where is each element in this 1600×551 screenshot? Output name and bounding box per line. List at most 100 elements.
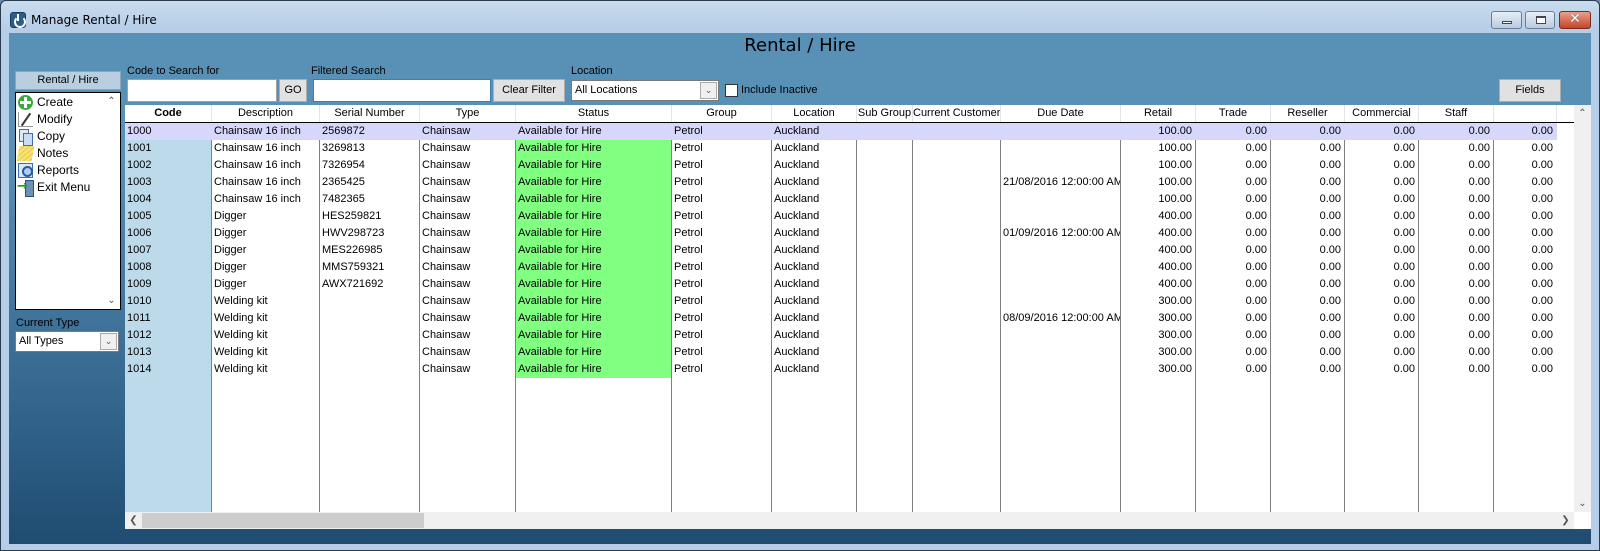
table-row[interactable]: 1011 Welding kit Chainsaw Available for Hir… [125,310,1557,327]
column-header-serial-number[interactable]: Serial Number [320,105,420,122]
maximize-button[interactable] [1525,11,1555,29]
table-row[interactable]: 1007 Digger MES226985 Chainsaw Available for… [125,242,1557,259]
sidebar-item-notes[interactable]: Notes [16,145,103,162]
cell-status: Available for Hire [516,327,671,344]
cell-due-date: 21/08/2016 12:00:00 AM [1003,176,1120,188]
chevron-right-icon[interactable]: ❯ [1557,512,1574,529]
column-header-extra[interactable] [1494,105,1557,122]
cell-staff: 0.00 [1468,227,1490,239]
table-row[interactable]: 1012 Welding kit Chainsaw Available for Hir… [125,327,1557,344]
table-row[interactable]: 1000 Chainsaw 16 inch 2569872 Chainsaw Avail… [125,123,1557,140]
filtered-search-input[interactable] [313,79,491,102]
cell-code: 1000 [127,125,152,137]
cell-group: Petrol [674,295,703,307]
rental-grid[interactable]: Code Description Serial Number Type Status Gr… [125,105,1591,529]
table-row[interactable]: 1009 Digger AWX721692 Chainsaw Available for… [125,276,1557,293]
sidebar-item-exit-menu[interactable]: Exit Menu [17,178,103,197]
close-button[interactable]: ✕ [1559,11,1591,29]
column-header-trade[interactable]: Trade [1196,105,1271,122]
cell-commercial: 0.00 [1393,244,1415,256]
minimize-button[interactable] [1491,11,1522,29]
cell-extra: 0.00 [1531,363,1553,375]
table-row[interactable]: 1014 Welding kit Chainsaw Available for Hir… [125,361,1557,378]
cell-commercial: 0.00 [1393,142,1415,154]
cell-current-customer [913,140,1000,157]
cell-staff: 0.00 [1468,363,1490,375]
code-search-input[interactable] [127,79,277,102]
table-row[interactable]: 1004 Chainsaw 16 inch 7482365 Chainsaw Avail… [125,191,1557,208]
table-row[interactable]: 1013 Welding kit Chainsaw Available for Hir… [125,344,1557,361]
chevron-up-icon[interactable]: ⌃ [1574,105,1591,122]
column-header-status[interactable]: Status [516,105,672,122]
cell-reseller: 0.00 [1319,261,1341,273]
sidebar-item-modify[interactable]: Modify [18,111,103,128]
cell-status: Available for Hire [516,259,671,276]
cell-current-customer [913,361,1000,378]
table-row[interactable]: 1003 Chainsaw 16 inch 2365425 Chainsaw Avail… [125,174,1557,191]
column-header-commercial[interactable]: Commercial [1345,105,1419,122]
cell-sub-group [857,123,912,140]
cell-status: Available for Hire [516,174,671,191]
cell-current-customer [913,242,1000,259]
cell-due-date [1001,140,1120,157]
cell-type: Chainsaw [422,176,471,188]
column-header-due-date[interactable]: Due Date [1001,105,1121,122]
table-row[interactable]: 1006 Digger HWV298723 Chainsaw Available for… [125,225,1557,242]
sidebar-item-create[interactable]: Create [18,94,103,111]
column-header-group[interactable]: Group [672,105,772,122]
chevron-left-icon[interactable]: ❮ [125,512,142,529]
window-title: Manage Rental / Hire [31,13,157,27]
chevron-down-icon[interactable]: ⌄ [1574,495,1591,512]
modify-icon [18,112,33,127]
cell-code: 1001 [127,142,152,154]
table-row[interactable]: 1005 Digger HES259821 Chainsaw Available for… [125,208,1557,225]
cell-description: Chainsaw 16 inch [214,142,301,154]
scrollbar-thumb[interactable] [142,513,424,528]
cell-retail: 100.00 [1158,142,1192,154]
chevron-up-icon[interactable]: ⌃ [103,93,120,110]
column-header-location[interactable]: Location [772,105,857,122]
cell-status: Available for Hire [516,344,671,361]
cell-serial-number: AWX721692 [322,278,384,290]
cell-commercial: 0.00 [1393,295,1415,307]
sidebar-scrollbar[interactable]: ⌃ ⌄ [103,93,120,309]
column-header-current-customer[interactable]: Current Customer [913,105,1001,122]
cell-due-date [1001,259,1120,276]
table-row[interactable]: 1010 Welding kit Chainsaw Available for Hir… [125,293,1557,310]
clear-filter-button[interactable]: Clear Filter [493,79,565,102]
cell-current-customer [913,259,1000,276]
column-header-sub-group[interactable]: Sub Group [857,105,913,122]
cell-description: Digger [214,278,247,290]
cell-trade: 0.00 [1245,295,1267,307]
go-button[interactable]: GO [279,79,307,102]
chevron-down-icon[interactable]: ⌄ [103,292,120,309]
cell-description: Welding kit [214,346,268,358]
column-header-type[interactable]: Type [420,105,516,122]
table-row[interactable]: 1008 Digger MMS759321 Chainsaw Available for… [125,259,1557,276]
include-inactive-checkbox[interactable] [725,84,738,97]
column-header-description[interactable]: Description [212,105,320,122]
grid-vertical-scrollbar[interactable]: ⌃ ⌄ [1574,105,1591,512]
cell-sub-group [857,293,912,310]
cell-staff: 0.00 [1468,210,1490,222]
sidebar-item-copy[interactable]: Copy [18,128,103,146]
sidebar-item-reports[interactable]: Reports [18,162,103,179]
location-select[interactable]: All Locations ⌄ [571,80,719,101]
cell-extra: 0.00 [1531,244,1553,256]
cell-extra: 0.00 [1531,329,1553,341]
current-type-select[interactable]: All Types ⌄ [15,331,119,352]
cell-staff: 0.00 [1468,125,1490,137]
fields-button[interactable]: Fields [1499,79,1561,102]
grid-horizontal-scrollbar[interactable]: ❮ ❯ [125,512,1574,529]
column-header-retail[interactable]: Retail [1121,105,1196,122]
cell-staff: 0.00 [1468,346,1490,358]
column-header-staff[interactable]: Staff [1419,105,1494,122]
cell-description: Digger [214,210,247,222]
column-header-reseller[interactable]: Reseller [1271,105,1345,122]
column-header-code[interactable]: Code [125,105,212,122]
cell-extra: 0.00 [1531,295,1553,307]
cell-type: Chainsaw [422,363,471,375]
table-row[interactable]: 1002 Chainsaw 16 inch 7326954 Chainsaw Avail… [125,157,1557,174]
sidebar-item-label: Notes [37,146,69,160]
table-row[interactable]: 1001 Chainsaw 16 inch 3269813 Chainsaw Avail… [125,140,1557,157]
